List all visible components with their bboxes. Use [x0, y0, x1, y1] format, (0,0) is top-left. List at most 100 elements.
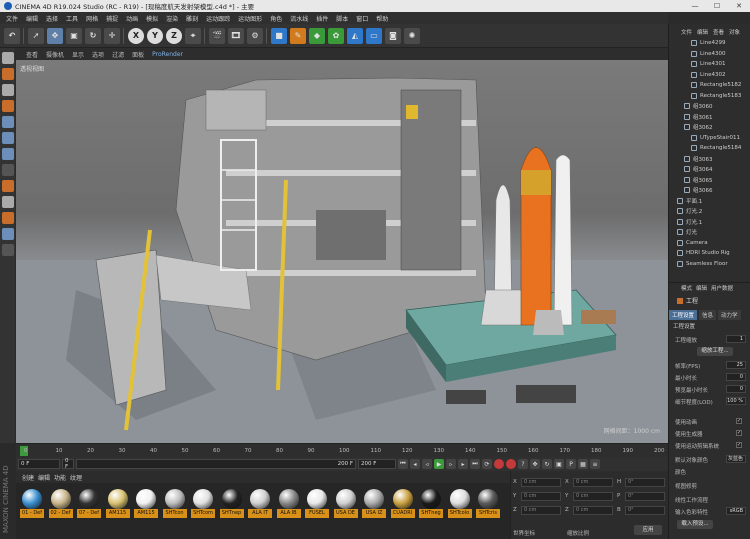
object-list-item[interactable]: Camera — [669, 238, 750, 248]
apply-button[interactable]: 应用 — [634, 525, 662, 535]
cloner-icon[interactable]: ✿ — [328, 27, 344, 44]
texture-mode-icon[interactable] — [1, 84, 14, 96]
object-list-item[interactable]: 组3060 — [669, 101, 750, 111]
coord-value-field[interactable]: 0° — [625, 492, 665, 501]
object-menu-item[interactable]: 编辑 — [697, 28, 708, 36]
coord-value-field[interactable]: 0° — [625, 506, 665, 515]
object-list-item[interactable]: 组3064 — [669, 164, 750, 174]
menu-item[interactable]: 运动图形 — [234, 14, 266, 23]
keyframe-icon[interactable]: ? — [518, 459, 528, 469]
scale-tool-icon[interactable]: ▣ — [66, 27, 82, 44]
viewport-menu-item[interactable]: 查看 — [22, 50, 42, 59]
checkbox[interactable]: ✓ — [736, 418, 742, 424]
checkbox[interactable]: ✓ — [736, 430, 742, 436]
attribute-menu-item[interactable]: 编辑 — [696, 284, 707, 292]
material-swatch[interactable]: AM115 — [105, 487, 130, 525]
object-list-item[interactable]: HDRI Studio Rig — [669, 248, 750, 258]
menu-item[interactable]: 渲染 — [162, 14, 182, 23]
coord-value-field[interactable]: 0 cm — [573, 506, 613, 515]
object-list-item[interactable]: 组3062 — [669, 122, 750, 132]
material-swatch[interactable]: 01 - Def — [20, 487, 44, 525]
menu-item[interactable]: 文件 — [2, 14, 22, 23]
magnet-icon[interactable] — [1, 212, 14, 224]
model-mode-icon[interactable] — [1, 100, 14, 112]
coord-value-field[interactable]: 0° — [625, 478, 665, 487]
material-swatch[interactable]: 02 - Def — [48, 487, 73, 525]
edge-mode-icon[interactable] — [1, 132, 14, 144]
render-settings-icon[interactable]: ⚙ — [247, 27, 263, 44]
menu-item[interactable]: 动画 — [122, 14, 142, 23]
next-key-icon[interactable]: ▸ — [458, 459, 468, 469]
object-list-item[interactable]: 组3066 — [669, 185, 750, 195]
record-icon[interactable] — [494, 459, 504, 469]
material-swatch[interactable]: ALA IB — [276, 487, 301, 525]
menu-item[interactable]: 角色 — [266, 14, 286, 23]
material-swatch[interactable]: AM115 — [134, 487, 158, 525]
viewport-menu-item[interactable]: 显示 — [68, 50, 88, 59]
menu-item[interactable]: 捕捉 — [102, 14, 122, 23]
point-mode-icon[interactable] — [1, 116, 14, 128]
material-swatch[interactable]: USA IZ — [362, 487, 386, 525]
object-menu-item[interactable]: 文件 — [681, 28, 692, 36]
x-axis-button[interactable]: X — [128, 27, 144, 44]
render-picture-viewer-icon[interactable]: 🎞 — [228, 27, 244, 44]
cube-primitive-icon[interactable]: ■ — [271, 27, 287, 44]
pla-key-icon[interactable]: ▦ — [578, 459, 588, 469]
object-list-item[interactable]: 组3063 — [669, 154, 750, 164]
pen-spline-icon[interactable]: ✎ — [290, 27, 306, 44]
maximize-button[interactable]: ☐ — [706, 0, 728, 12]
object-list-item[interactable]: Line4301 — [669, 59, 750, 69]
object-list-item[interactable]: 灯光 — [669, 227, 750, 237]
material-swatch[interactable]: ALA IT — [248, 487, 272, 525]
close-button[interactable]: ✕ — [728, 0, 750, 12]
object-list-item[interactable]: 灯光.1 — [669, 217, 750, 227]
material-swatch[interactable]: FUSEL — [305, 487, 329, 525]
material-swatch[interactable]: SHTneg — [419, 487, 443, 525]
coord-value-field[interactable]: 0 cm — [521, 492, 561, 501]
select-arrow-icon[interactable]: ➚ — [28, 27, 44, 44]
coord-value-field[interactable]: 0 cm — [573, 478, 613, 487]
goto-start-icon[interactable]: ⏮ — [398, 459, 408, 469]
subdivision-icon[interactable]: ◆ — [309, 27, 325, 44]
attribute-value-field[interactable]: 0 — [726, 373, 746, 381]
make-editable-icon[interactable] — [1, 52, 14, 64]
material-swatch[interactable]: CUADRI — [390, 487, 415, 525]
attribute-tab[interactable]: 工程设置 — [669, 310, 698, 320]
material-swatch[interactable]: SHTnep — [219, 487, 244, 525]
checkbox[interactable]: ✓ — [736, 442, 742, 448]
coord-value-field[interactable]: 0 cm — [521, 478, 561, 487]
prev-key-icon[interactable]: ◂ — [410, 459, 420, 469]
coordinate-system-icon[interactable]: ⌖ — [185, 27, 201, 44]
load-preset-button[interactable]: 载入预设... — [677, 520, 713, 529]
goto-end-icon[interactable]: ⏭ — [470, 459, 480, 469]
menu-item[interactable]: 流水线 — [286, 14, 312, 23]
timeline-menu-icon[interactable]: ≡ — [590, 459, 600, 469]
object-list-item[interactable]: Rectangle5184 — [669, 143, 750, 153]
attribute-value-field[interactable]: 灰蓝色 — [726, 455, 746, 463]
object-list-item[interactable]: 平面.1 — [669, 196, 750, 206]
material-swatch[interactable]: 07 - Def — [77, 487, 101, 525]
move-key-icon[interactable]: ✥ — [530, 459, 540, 469]
viewport-menu-item[interactable]: 面板 — [128, 50, 148, 59]
attribute-value-field[interactable]: sRGB — [726, 507, 746, 515]
coord-mode-right[interactable]: 缩放比例 — [567, 529, 589, 537]
menu-item[interactable]: 脚本 — [332, 14, 352, 23]
material-menu-item[interactable]: 编辑 — [38, 473, 50, 482]
attribute-menu-item[interactable]: 模式 — [681, 284, 692, 292]
menu-item[interactable]: 编辑 — [22, 14, 42, 23]
coord-value-field[interactable]: 0 cm — [521, 506, 561, 515]
workplane-icon[interactable] — [1, 228, 14, 240]
viewport-menu-item[interactable]: 摄像机 — [42, 50, 68, 59]
param-key-icon[interactable]: P — [566, 459, 576, 469]
attribute-tab[interactable]: 动力学 — [718, 310, 741, 320]
polygon-mode-icon[interactable] — [1, 148, 14, 160]
rotate-tool-icon[interactable]: ↻ — [85, 27, 101, 44]
object-list-item[interactable]: Rectangle5182 — [669, 80, 750, 90]
material-menu-item[interactable]: 功能 — [54, 473, 66, 482]
prev-frame-icon[interactable]: ◃ — [422, 459, 432, 469]
object-list-item[interactable]: Line4300 — [669, 49, 750, 59]
current-frame-field[interactable]: 0 F — [18, 459, 60, 469]
timeline-ruler[interactable]: 0 10 20 30 40 50 60 70 80 90 100 110 120 130 140 150 160… — [16, 443, 668, 457]
object-list-item[interactable]: 组3065 — [669, 175, 750, 185]
object-list-item[interactable]: 组3061 — [669, 112, 750, 122]
